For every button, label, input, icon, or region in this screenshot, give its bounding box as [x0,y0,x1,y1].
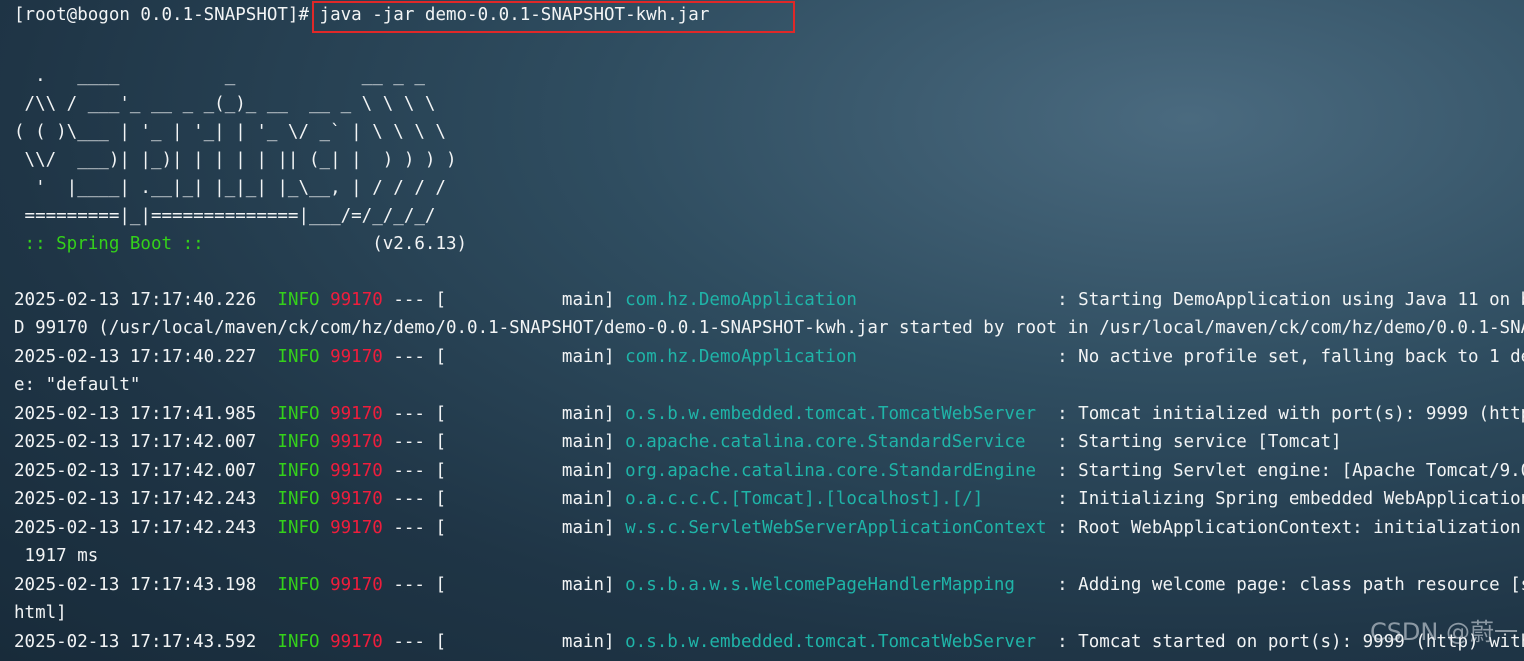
log-timestamp: 2025-02-13 17:17:41.985 [14,404,278,424]
banner-line: ( ( )\___ | '_ | '_| | '_ \/ _` | \ \ \ … [14,122,446,142]
command-highlight-box [312,1,795,33]
log-timestamp: 2025-02-13 17:17:40.227 [14,347,278,367]
log-timestamp: 2025-02-13 17:17:43.198 [14,575,278,595]
log-thread: --- [ main] [382,404,626,424]
log-line: 2025-02-13 17:17:42.243 INFO 99170 --- [… [14,514,1524,542]
log-thread: --- [ main] [382,290,626,310]
log-pid: 99170 [330,347,383,367]
log-message: : Tomcat initialized with port(s): 9999 … [1046,404,1524,424]
log-message: : Starting service [Tomcat] [1046,432,1342,452]
log-timestamp: 2025-02-13 17:17:40.226 [14,290,278,310]
log-level: INFO [277,347,320,367]
log-timestamp: 2025-02-13 17:17:43.592 [14,632,278,652]
spring-boot-version-line: :: Spring Boot :: (v2.6.13) [14,230,1524,258]
log-pid: 99170 [330,489,383,509]
log-line: 2025-02-13 17:17:42.007 INFO 99170 --- [… [14,428,1524,456]
log-logger: o.s.b.w.embedded.tomcat.TomcatWebServer [625,404,1047,424]
log-pid: 99170 [330,632,383,652]
log-pid: 99170 [330,404,383,424]
terminal-window[interactable]: [root@bogon 0.0.1-SNAPSHOT]# java -jar d… [0,0,1524,661]
log-pid: 99170 [330,575,383,595]
log-thread: --- [ main] [382,461,626,481]
log-line: 2025-02-13 17:17:43.592 INFO 99170 --- [… [14,628,1524,656]
log-thread: --- [ main] [382,347,626,367]
shell-prompt: [root@bogon 0.0.1-SNAPSHOT]# [14,5,320,25]
log-pid: 99170 [330,518,383,538]
log-line: 2025-02-13 17:17:43.198 INFO 99170 --- [… [14,571,1524,599]
log-level: INFO [277,290,320,310]
banner-line: =========|_|==============|___/=/_/_/_/ [14,206,436,226]
log-message: : No active profile set, falling back to… [1046,347,1524,367]
log-level: INFO [277,518,320,538]
log-logger: com.hz.DemoApplication [625,290,1047,310]
log-continuation: 1917 ms [14,546,99,566]
log-logger: org.apache.catalina.core.StandardEngine [625,461,1047,481]
log-timestamp: 2025-02-13 17:17:42.007 [14,461,278,481]
log-thread: --- [ main] [382,632,626,652]
log-message: : Root WebApplicationContext: initializa… [1046,518,1524,538]
csdn-watermark: CSDN @蔚一 [1369,618,1518,646]
banner-line: ' |____| .__|_| |_|_| |_\__, | / / / / [14,178,446,198]
log-continuation: e: "default" [14,375,141,395]
banner-line: . ____ _ __ _ _ [14,66,425,86]
log-level: INFO [277,575,320,595]
log-thread: --- [ main] [382,489,626,509]
log-level: INFO [277,404,320,424]
log-pid: 99170 [330,461,383,481]
log-continuation: html] [14,603,67,623]
log-pid: 99170 [330,290,383,310]
log-line: 2025-02-13 17:17:41.985 INFO 99170 --- [… [14,400,1524,428]
log-timestamp: 2025-02-13 17:17:42.007 [14,432,278,452]
log-thread: --- [ main] [382,432,626,452]
spring-boot-version: (v2.6.13) [214,234,468,254]
log-logger: com.hz.DemoApplication [625,347,1047,367]
log-line: 2025-02-13 17:17:42.243 INFO 99170 --- [… [14,485,1524,513]
banner-line: \\/ ___)| |_)| | | | | || (_| | ) ) ) ) [14,150,457,170]
log-thread: --- [ main] [382,575,626,595]
log-pid: 99170 [330,432,383,452]
log-message: : Initializing Spring embedded WebApplic… [1046,489,1524,509]
banner-line: /\\ / ___'_ __ _ _(_)_ __ __ _ \ \ \ \ [14,94,436,114]
log-logger: o.s.b.a.w.s.WelcomePageHandlerMapping [625,575,1047,595]
log-logger: w.s.c.ServletWebServerApplicationContext [625,518,1047,538]
log-level: INFO [277,432,320,452]
log-line: 2025-02-13 17:17:40.226 INFO 99170 --- [… [14,286,1524,314]
log-message: : Starting Servlet engine: [Apache Tomca… [1046,461,1524,481]
log-message: : Starting DemoApplication using Java 11… [1046,290,1524,310]
log-timestamp: 2025-02-13 17:17:42.243 [14,518,278,538]
spring-boot-label: :: Spring Boot :: [14,234,215,254]
log-logger: o.apache.catalina.core.StandardService [625,432,1047,452]
log-line: 2025-02-13 17:17:40.227 INFO 99170 --- [… [14,343,1524,371]
log-thread: --- [ main] [382,518,626,538]
log-line: 2025-02-13 17:17:42.007 INFO 99170 --- [… [14,457,1524,485]
log-level: INFO [277,461,320,481]
log-level: INFO [277,632,320,652]
log-timestamp: 2025-02-13 17:17:42.243 [14,489,278,509]
log-continuation: D 99170 (/usr/local/maven/ck/com/hz/demo… [14,318,1524,338]
log-logger: o.a.c.c.C.[Tomcat].[localhost].[/] [625,489,1047,509]
log-level: INFO [277,489,320,509]
log-logger: o.s.b.w.embedded.tomcat.TomcatWebServer [625,632,1047,652]
log-message: : Adding welcome page: class path resour… [1046,575,1524,595]
